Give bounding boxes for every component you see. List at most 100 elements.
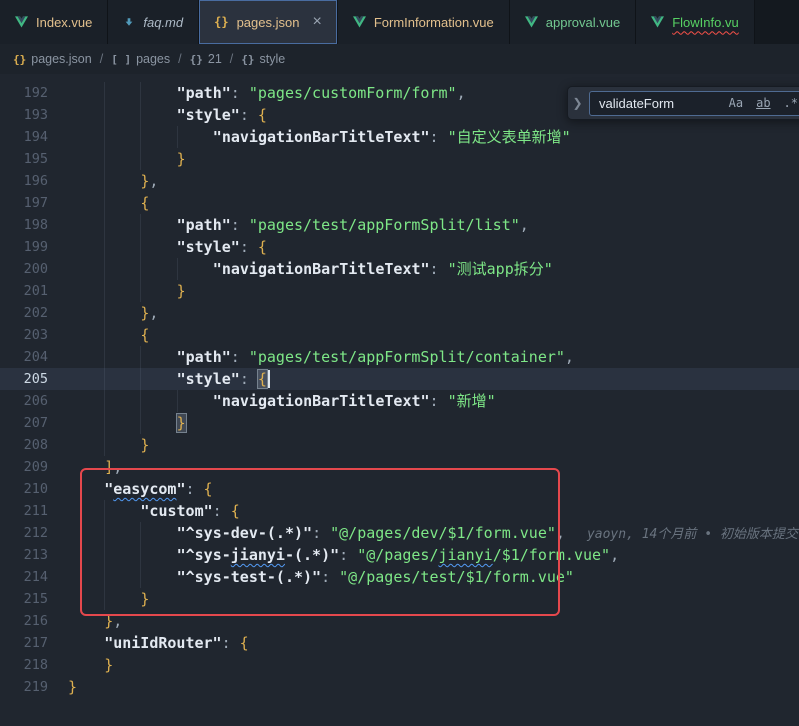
code-line-212[interactable]: 212"^sys-dev-(.*)": "@/pages/dev/$1/form… [0, 522, 799, 544]
code-token: , [457, 84, 466, 102]
code-line-204[interactable]: 204"path": "pages/test/appFormSplit/cont… [0, 346, 799, 368]
tab-index-vue[interactable]: Index.vue [0, 0, 108, 44]
code-line-202[interactable]: 202}, [0, 302, 799, 324]
code-line-208[interactable]: 208} [0, 434, 799, 456]
code-token: -(.*)" [285, 546, 339, 564]
code-token: : [430, 392, 448, 410]
code-line-210[interactable]: 210"easycom": { [0, 478, 799, 500]
code-line-196[interactable]: 196}, [0, 170, 799, 192]
breadcrumb-separator: / [230, 52, 233, 66]
code-line-205[interactable]: 205"style": { [0, 368, 799, 390]
code-line-218[interactable]: 218} [0, 654, 799, 676]
code-token: : [240, 238, 258, 256]
code-line-214[interactable]: 214"^sys-test-(.*)": "@/pages/test/$1/fo… [0, 566, 799, 588]
tab-forminformation-vue[interactable]: FormInformation.vue [338, 0, 510, 44]
tab-label: faq.md [143, 15, 183, 30]
code-token: : [430, 128, 448, 146]
code-line-206[interactable]: 206"navigationBarTitleText": "新增" [0, 390, 799, 412]
code-token: } [104, 612, 113, 630]
breadcrumb-item-style[interactable]: {}style [241, 52, 285, 66]
vue-icon [353, 16, 366, 28]
text-cursor [268, 370, 270, 388]
tab-faq-md[interactable]: faq.md [108, 0, 199, 44]
code-token: "style" [177, 370, 240, 388]
code-token: : [339, 546, 357, 564]
tab-flowinfo-vu[interactable]: FlowInfo.vu [636, 0, 754, 44]
line-number: 209 [0, 456, 48, 478]
code-token: "style" [177, 238, 240, 256]
line-number: 211 [0, 500, 48, 522]
code-text: } [48, 412, 799, 434]
vue-icon [651, 16, 664, 28]
breadcrumb-item-21[interactable]: {}21 [190, 52, 222, 66]
code-text: } [48, 654, 799, 676]
breadcrumb-label: pages [136, 52, 170, 66]
code-token: { [140, 194, 149, 212]
code-token: ] [104, 458, 113, 476]
code-token: " [104, 480, 113, 498]
tab-approval-vue[interactable]: approval.vue [510, 0, 636, 44]
breadcrumb-item-pages.json[interactable]: {}pages.json [13, 52, 92, 66]
code-token: : [240, 370, 258, 388]
code-line-203[interactable]: 203{ [0, 324, 799, 346]
code-token: /$1/form.vue" [493, 546, 610, 564]
code-token: jianyi [231, 546, 285, 564]
breadcrumb-separator: / [100, 52, 103, 66]
code-token: , [149, 304, 158, 322]
code-token: { [204, 480, 213, 498]
line-number: 217 [0, 632, 48, 654]
code-line-213[interactable]: 213"^sys-jianyi-(.*)": "@/pages/jianyi/$… [0, 544, 799, 566]
code-token: , [610, 546, 619, 564]
breadcrumb-item-pages[interactable]: [ ] pages [111, 52, 170, 66]
code-token: { [258, 238, 267, 256]
code-line-195[interactable]: 195} [0, 148, 799, 170]
code-line-197[interactable]: 197{ [0, 192, 799, 214]
code-line-217[interactable]: 217"uniIdRouter": { [0, 632, 799, 654]
code-text: "navigationBarTitleText": "测试app拆分" [48, 258, 799, 280]
code-text: ], [48, 456, 799, 478]
code-line-201[interactable]: 201} [0, 280, 799, 302]
tab-label: FormInformation.vue [374, 15, 494, 30]
line-number: 200 [0, 258, 48, 280]
code-token: : [222, 634, 240, 652]
symbol-array-icon: [ ] [111, 53, 131, 66]
code-line-207[interactable]: 207} [0, 412, 799, 434]
code-token: : [430, 260, 448, 278]
code-line-200[interactable]: 200"navigationBarTitleText": "测试app拆分" [0, 258, 799, 280]
code-token: "新增" [448, 392, 496, 410]
code-text: { [48, 192, 799, 214]
whole-word-icon[interactable]: ab [753, 95, 773, 111]
match-case-icon[interactable]: Aa [726, 95, 746, 111]
code-line-219[interactable]: 219} [0, 676, 799, 698]
breadcrumb-label: 21 [208, 52, 222, 66]
code-token: "path" [177, 348, 231, 366]
regex-icon[interactable]: .* [781, 95, 799, 111]
code-text: }, [48, 170, 799, 192]
close-tab-icon[interactable]: × [312, 14, 321, 30]
line-number: 192 [0, 82, 48, 104]
find-input[interactable]: validateForm Aa ab .* [589, 91, 799, 116]
line-number: 213 [0, 544, 48, 566]
code-line-194[interactable]: 194"navigationBarTitleText": "自定义表单新增" [0, 126, 799, 148]
tab-pages-json[interactable]: {}pages.json× [199, 0, 338, 44]
code-editor[interactable]: 192"path": "pages/customForm/form",193"s… [0, 74, 799, 726]
code-token: "^sys-dev-(.*)" [177, 524, 312, 542]
code-text: } [48, 434, 799, 456]
code-token: } [140, 590, 149, 608]
code-line-211[interactable]: 211"custom": { [0, 500, 799, 522]
code-line-216[interactable]: 216}, [0, 610, 799, 632]
symbol-object-icon: {} [241, 53, 254, 66]
line-number: 219 [0, 676, 48, 698]
code-token: : [240, 106, 258, 124]
line-number: 203 [0, 324, 48, 346]
toggle-replace-chevron-icon[interactable]: ❯ [571, 96, 584, 110]
breadcrumb-label: pages.json [31, 52, 91, 66]
code-line-215[interactable]: 215} [0, 588, 799, 610]
code-line-199[interactable]: 199"style": { [0, 236, 799, 258]
code-token: , [113, 458, 122, 476]
code-token: } [177, 282, 186, 300]
code-line-209[interactable]: 209], [0, 456, 799, 478]
line-number: 208 [0, 434, 48, 456]
code-text: "custom": { [48, 500, 799, 522]
code-line-198[interactable]: 198"path": "pages/test/appFormSplit/list… [0, 214, 799, 236]
